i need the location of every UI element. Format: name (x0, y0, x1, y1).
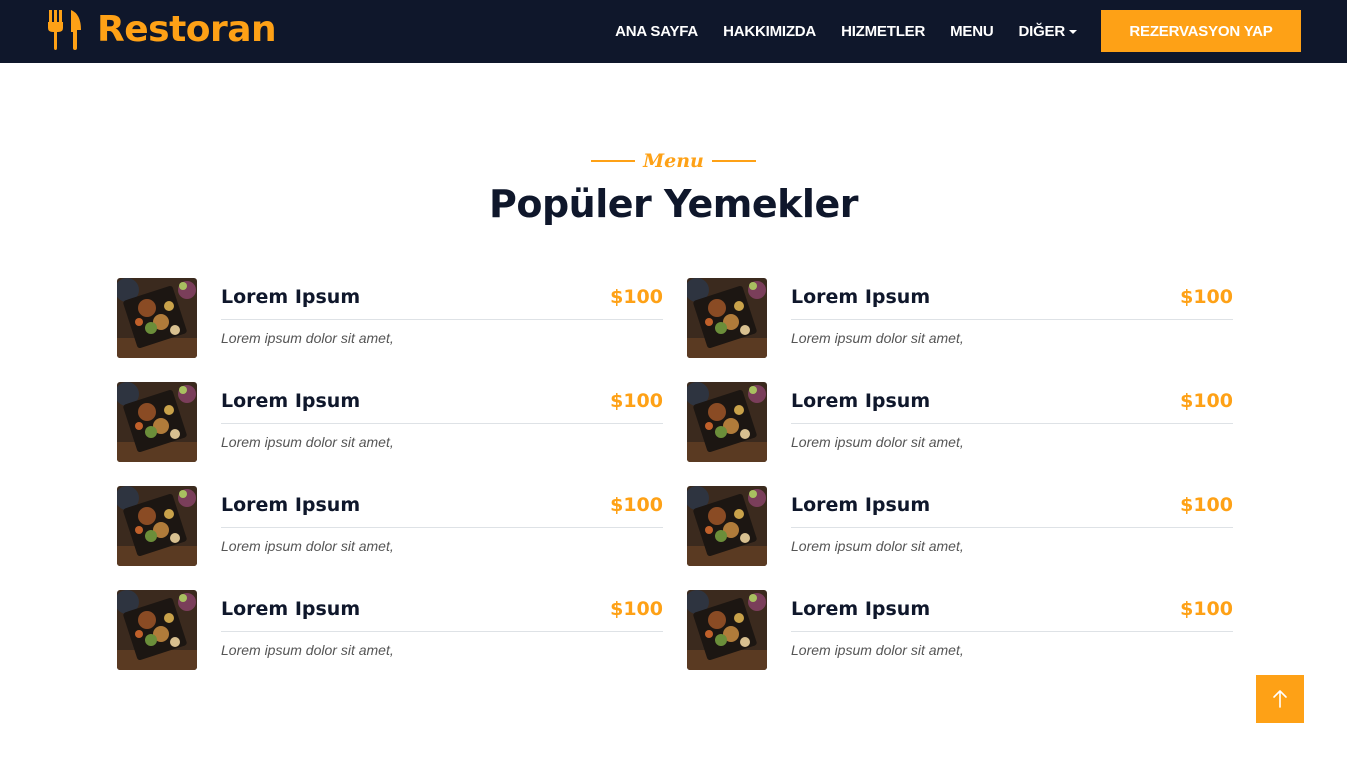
menu-item-body: Lorem Ipsum $100 Lorem ipsum dolor sit a… (221, 590, 663, 670)
food-photo (117, 486, 197, 566)
brand-name: Restoran (97, 9, 277, 50)
menu-item-price: $100 (1180, 494, 1233, 516)
menu-item[interactable]: Lorem Ipsum $100 Lorem ipsum dolor sit a… (687, 278, 1233, 358)
menu-item-body: Lorem Ipsum $100 Lorem ipsum dolor sit a… (221, 382, 663, 462)
food-photo (687, 382, 767, 462)
menu-item-body: Lorem Ipsum $100 Lorem ipsum dolor sit a… (791, 278, 1233, 358)
arrow-up-icon (1273, 690, 1287, 708)
menu-item-image (687, 278, 767, 358)
menu-item-name: Lorem Ipsum (221, 286, 361, 308)
menu-item-name: Lorem Ipsum (221, 598, 361, 620)
menu-item-price: $100 (610, 494, 663, 516)
caret-down-icon (1069, 29, 1077, 34)
menu-item-name: Lorem Ipsum (791, 494, 931, 516)
menu-item-body: Lorem Ipsum $100 Lorem ipsum dolor sit a… (791, 382, 1233, 462)
menu-item-header: Lorem Ipsum $100 (791, 598, 1233, 632)
menu-item-header: Lorem Ipsum $100 (791, 390, 1233, 424)
menu-item-name: Lorem Ipsum (221, 390, 361, 412)
menu-item-name: Lorem Ipsum (791, 286, 931, 308)
menu-item-description: Lorem ipsum dolor sit amet, (791, 642, 964, 658)
menu-item-price: $100 (610, 598, 663, 620)
menu-item[interactable]: Lorem Ipsum $100 Lorem ipsum dolor sit a… (117, 486, 663, 566)
nav-link-services[interactable]: HIZMETLER (841, 23, 925, 40)
menu-item-body: Lorem Ipsum $100 Lorem ipsum dolor sit a… (791, 486, 1233, 566)
nav-link-home[interactable]: ANA SAYFA (615, 23, 698, 40)
menu-item-name: Lorem Ipsum (791, 390, 931, 412)
menu-item-image (117, 382, 197, 462)
menu-item-body: Lorem Ipsum $100 Lorem ipsum dolor sit a… (221, 278, 663, 358)
utensils-icon (48, 10, 81, 50)
menu-item-header: Lorem Ipsum $100 (221, 494, 663, 528)
menu-item[interactable]: Lorem Ipsum $100 Lorem ipsum dolor sit a… (687, 486, 1233, 566)
brand-logo[interactable]: Restoran (47, 8, 277, 52)
menu-item-price: $100 (1180, 598, 1233, 620)
nav-links: ANA SAYFA HAKKIMIZDA HIZMETLER MENU DIĞE… (615, 0, 1077, 63)
menu-item-name: Lorem Ipsum (791, 598, 931, 620)
section-tag: Menu (0, 148, 1347, 174)
nav-link-menu[interactable]: MENU (950, 23, 994, 40)
menu-item-image (687, 590, 767, 670)
tag-line-right (711, 160, 756, 162)
food-photo (687, 278, 767, 358)
reservation-button[interactable]: REZERVASYON YAP (1101, 10, 1301, 52)
food-photo (117, 278, 197, 358)
menu-item-price: $100 (610, 286, 663, 308)
menu-item[interactable]: Lorem Ipsum $100 Lorem ipsum dolor sit a… (117, 382, 663, 462)
menu-item-image (687, 486, 767, 566)
menu-item-description: Lorem ipsum dolor sit amet, (221, 642, 394, 658)
menu-item-description: Lorem ipsum dolor sit amet, (221, 538, 394, 554)
nav-link-about[interactable]: HAKKIMIZDA (723, 23, 816, 40)
nav-dropdown-other[interactable]: DIĞER (1018, 23, 1077, 40)
menu-item-header: Lorem Ipsum $100 (791, 494, 1233, 528)
menu-item-price: $100 (1180, 390, 1233, 412)
menu-item[interactable]: Lorem Ipsum $100 Lorem ipsum dolor sit a… (687, 382, 1233, 462)
back-to-top-button[interactable] (1256, 675, 1304, 723)
menu-item[interactable]: Lorem Ipsum $100 Lorem ipsum dolor sit a… (117, 278, 663, 358)
menu-item-price: $100 (610, 390, 663, 412)
section-title: Popüler Yemekler (489, 182, 858, 226)
menu-item-description: Lorem ipsum dolor sit amet, (791, 538, 964, 554)
menu-item-name: Lorem Ipsum (221, 494, 361, 516)
menu-item-header: Lorem Ipsum $100 (791, 286, 1233, 320)
menu-item-body: Lorem Ipsum $100 Lorem ipsum dolor sit a… (221, 486, 663, 566)
menu-item-description: Lorem ipsum dolor sit amet, (791, 434, 964, 450)
nav-dropdown-label: DIĞER (1018, 23, 1065, 40)
menu-item-header: Lorem Ipsum $100 (221, 390, 663, 424)
menu-item-header: Lorem Ipsum $100 (221, 286, 663, 320)
menu-item-body: Lorem Ipsum $100 Lorem ipsum dolor sit a… (791, 590, 1233, 670)
tag-line-left (591, 160, 636, 162)
menu-item-image (117, 278, 197, 358)
menu-item-description: Lorem ipsum dolor sit amet, (221, 434, 394, 450)
food-photo (117, 382, 197, 462)
section-tag-text: Menu (643, 150, 704, 172)
menu-item-description: Lorem ipsum dolor sit amet, (791, 330, 964, 346)
menu-item[interactable]: Lorem Ipsum $100 Lorem ipsum dolor sit a… (687, 590, 1233, 670)
food-photo (117, 590, 197, 670)
menu-item-description: Lorem ipsum dolor sit amet, (221, 330, 394, 346)
menu-item-image (117, 590, 197, 670)
menu-item-header: Lorem Ipsum $100 (221, 598, 663, 632)
menu-item[interactable]: Lorem Ipsum $100 Lorem ipsum dolor sit a… (117, 590, 663, 670)
menu-item-price: $100 (1180, 286, 1233, 308)
menu-item-image (687, 382, 767, 462)
menu-item-image (117, 486, 197, 566)
food-photo (687, 590, 767, 670)
navbar: Restoran ANA SAYFA HAKKIMIZDA HIZMETLER … (0, 0, 1347, 63)
food-photo (687, 486, 767, 566)
